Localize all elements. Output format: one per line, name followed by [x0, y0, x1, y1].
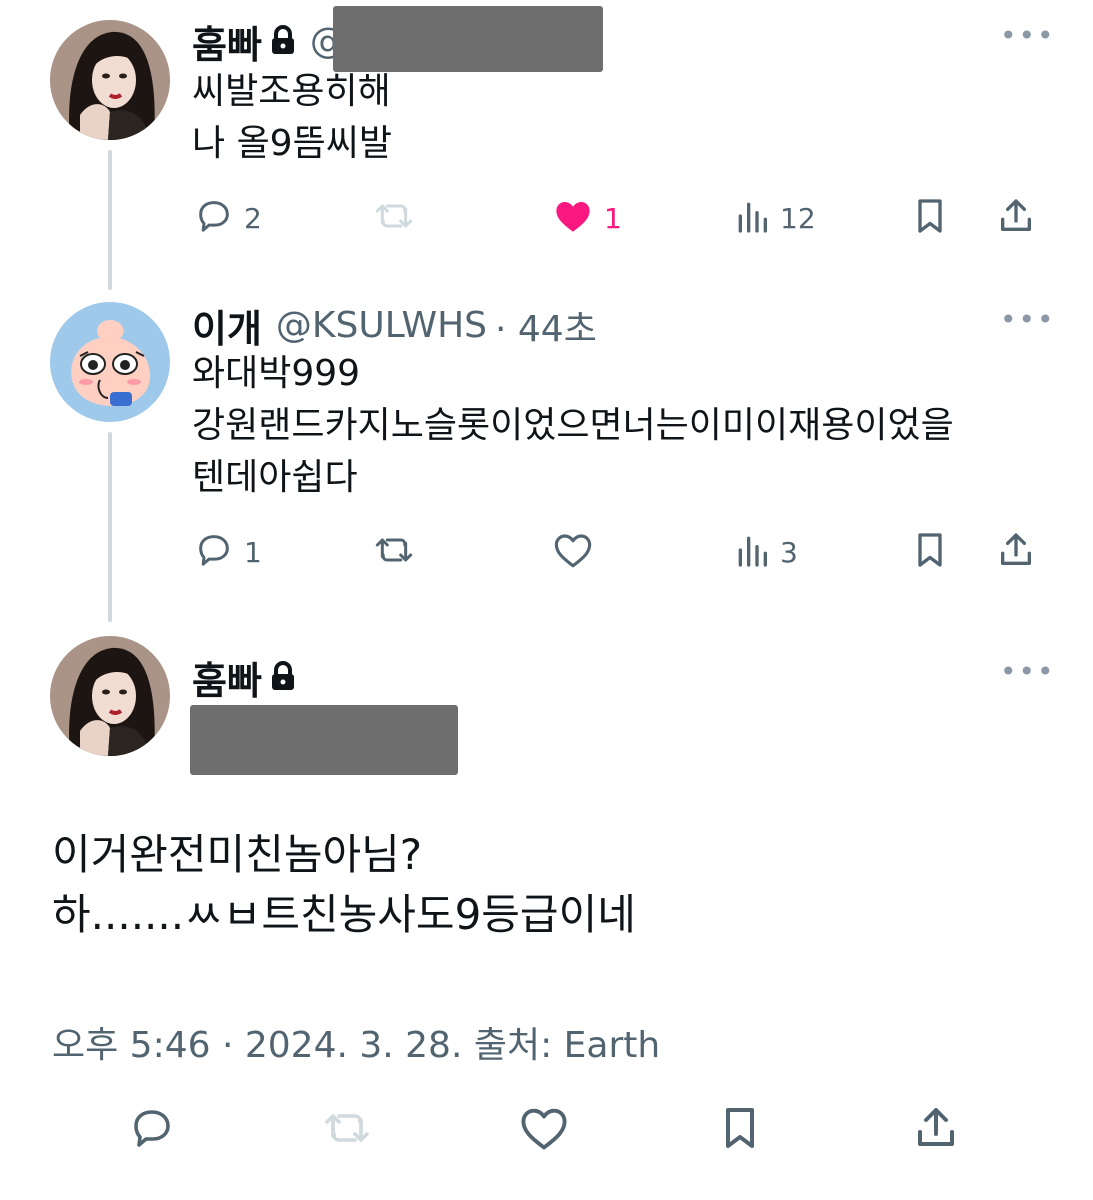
- lock-icon: [270, 660, 296, 695]
- reply-count: 2: [244, 201, 262, 235]
- redaction-box: [190, 705, 458, 775]
- display-name[interactable]: 훔빠: [192, 14, 262, 69]
- redaction-box: [333, 6, 603, 72]
- reply-button[interactable]: [128, 1104, 176, 1156]
- views-count: 3: [780, 535, 798, 569]
- thread-line: [108, 150, 112, 290]
- retweet-button[interactable]: [372, 530, 416, 574]
- tweet-text-line: 강원랜드카지노슬롯이었으면너는이미이재용이었을: [192, 405, 954, 446]
- reply-button[interactable]: 2: [194, 196, 262, 240]
- avatar[interactable]: [50, 636, 170, 756]
- tweet-timestamp[interactable]: · 44초: [495, 300, 597, 352]
- share-button[interactable]: [996, 196, 1036, 240]
- share-icon: [996, 530, 1036, 574]
- tweet-text-line: 씨발조용히해: [192, 71, 391, 112]
- like-icon: [552, 530, 594, 574]
- like-icon: [518, 1104, 570, 1156]
- tweet-text-line: 텐데아쉽다: [192, 457, 358, 498]
- views-button[interactable]: 12: [734, 196, 816, 240]
- like-count: 1: [604, 201, 622, 235]
- tweet-text-line: 하.......ㅆㅂ트친농사도9등급이네: [52, 890, 636, 939]
- views-button[interactable]: 3: [734, 530, 798, 574]
- views-icon: [734, 196, 770, 240]
- bookmark-icon: [912, 196, 948, 240]
- more-icon[interactable]: •••: [1000, 658, 1056, 686]
- bookmark-button[interactable]: [912, 196, 948, 240]
- reply-icon: [128, 1104, 176, 1156]
- like-button[interactable]: 1: [552, 196, 622, 240]
- bookmark-icon: [912, 530, 948, 574]
- more-icon[interactable]: •••: [1000, 306, 1056, 334]
- lock-icon: [270, 24, 296, 59]
- retweet-button: [320, 1104, 374, 1156]
- tweet-text-line: 나 올9뜸씨발: [192, 123, 392, 164]
- like-icon: [552, 196, 594, 240]
- like-button[interactable]: [552, 530, 594, 574]
- user-handle[interactable]: @KSULWHS: [276, 305, 487, 346]
- tweet-header: 훔빠 @: [192, 14, 346, 69]
- thread-line: [108, 432, 112, 622]
- display-name[interactable]: 이개: [192, 298, 262, 353]
- tweet-text-line: 이거완전미친놈아님?: [52, 830, 423, 879]
- reply-button[interactable]: 1: [194, 530, 262, 574]
- retweet-icon: [372, 196, 416, 240]
- share-button[interactable]: [912, 1104, 960, 1156]
- tweet-thread: 훔빠 @ ••• 씨발조용히해 나 올9뜸씨발 2 1 12 이개 @KSULW…: [0, 0, 1093, 1200]
- tweet-header: 이개 @KSULWHS · 44초: [192, 298, 597, 353]
- tweet-header: 훔빠: [192, 650, 296, 705]
- retweet-button: [372, 196, 416, 240]
- bookmark-icon: [718, 1104, 762, 1156]
- retweet-icon: [320, 1104, 374, 1156]
- tweet-text-line: 와대박999: [192, 353, 361, 394]
- reply-icon: [194, 530, 234, 574]
- more-icon[interactable]: •••: [1000, 22, 1056, 50]
- avatar[interactable]: [50, 20, 170, 140]
- views-icon: [734, 530, 770, 574]
- reply-icon: [194, 196, 234, 240]
- share-icon: [996, 196, 1036, 240]
- retweet-icon: [372, 530, 416, 574]
- tweet-meta[interactable]: 오후 5:46 · 2024. 3. 28. 출처: Earth: [52, 1016, 660, 1068]
- share-button[interactable]: [996, 530, 1036, 574]
- avatar[interactable]: [50, 302, 170, 422]
- bookmark-button[interactable]: [718, 1104, 762, 1156]
- views-count: 12: [780, 201, 816, 235]
- bookmark-button[interactable]: [912, 530, 948, 574]
- like-button[interactable]: [518, 1104, 570, 1156]
- display-name[interactable]: 훔빠: [192, 650, 262, 705]
- share-icon: [912, 1104, 960, 1156]
- reply-count: 1: [244, 535, 262, 569]
